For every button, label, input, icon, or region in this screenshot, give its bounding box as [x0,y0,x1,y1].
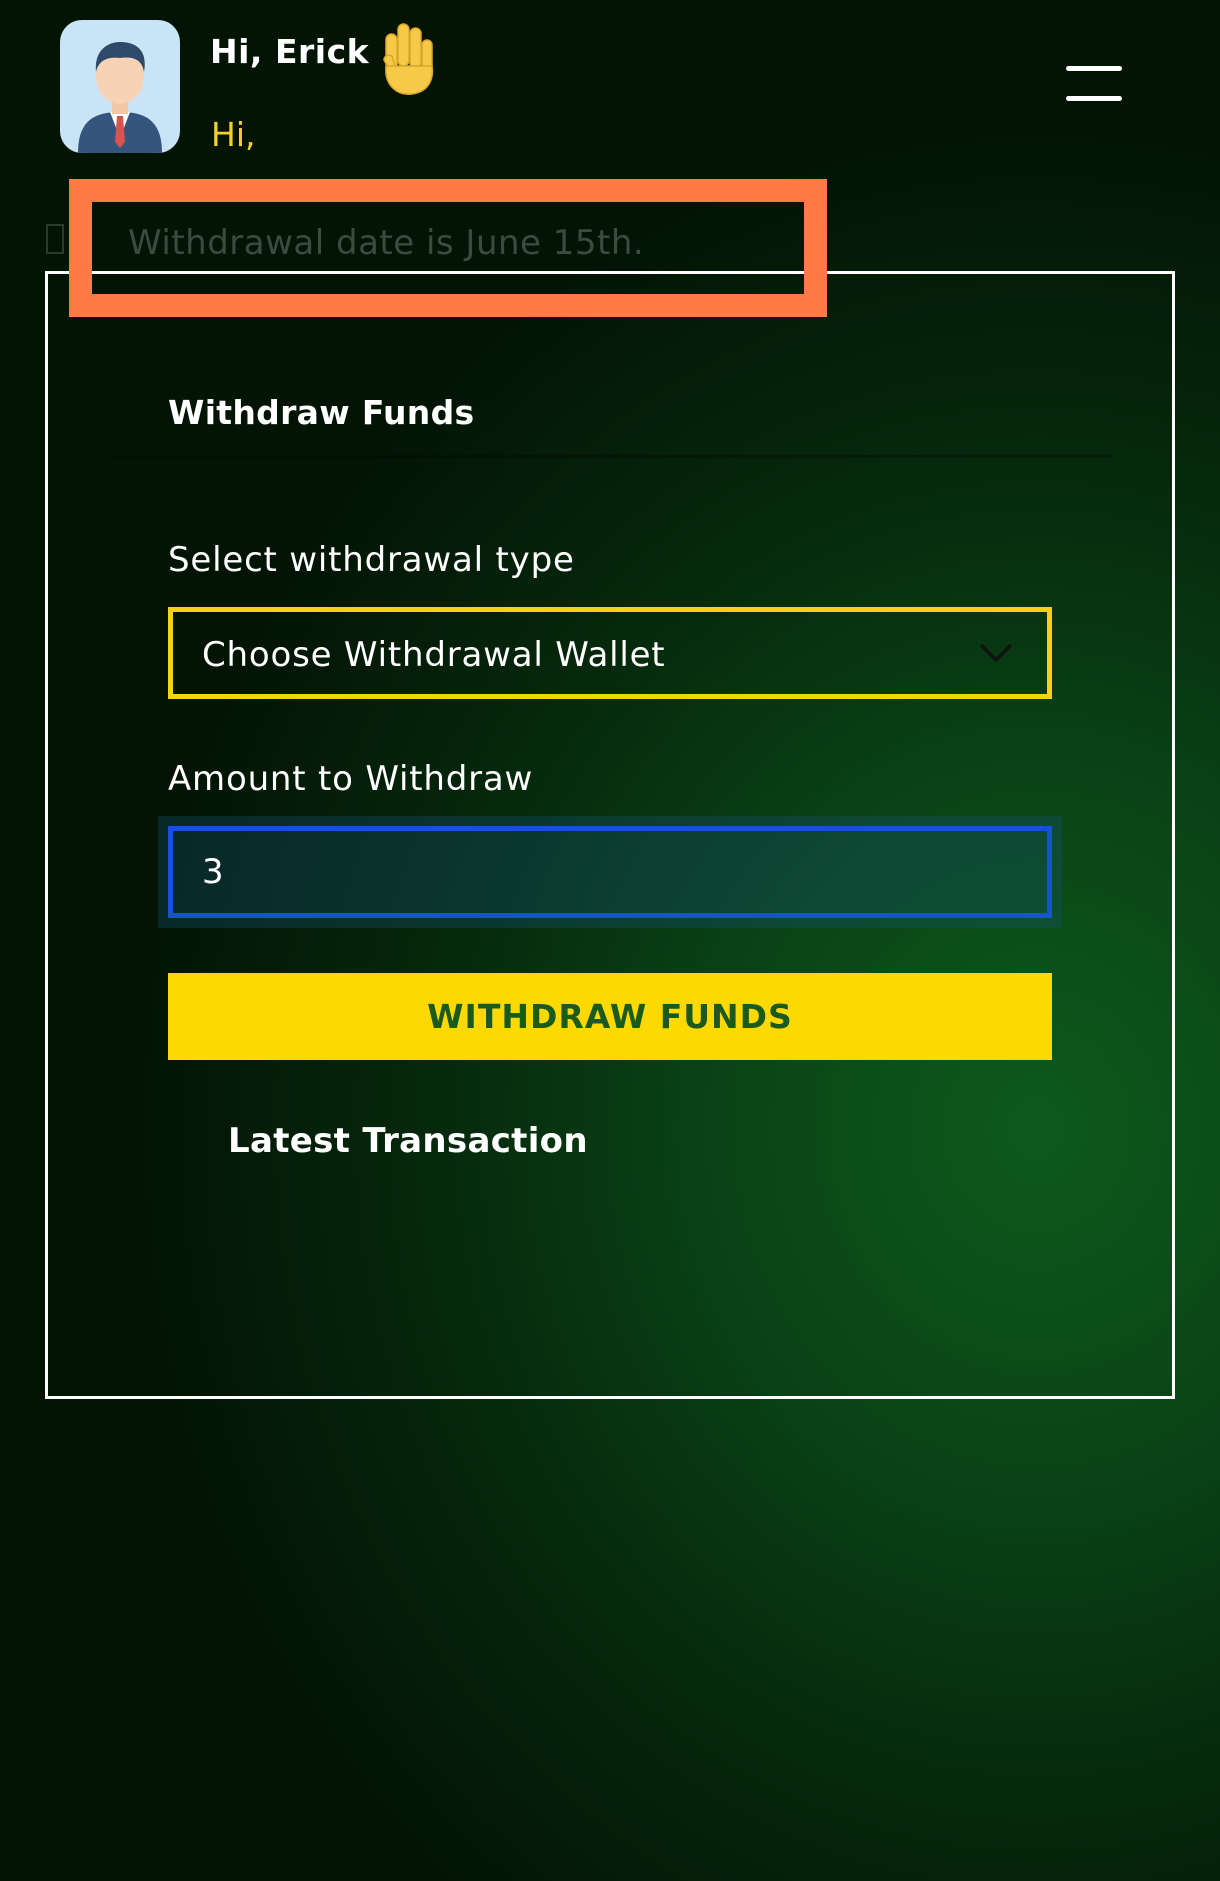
subgreeting-text: Hi, [211,115,256,154]
waving-hand-icon [372,20,442,98]
withdraw-card-title: Withdraw Funds [168,393,475,432]
withdrawal-type-label: Select withdrawal type [168,540,575,580]
amount-label: Amount to Withdraw [168,759,534,799]
header: Hi, Erick Hi, [0,0,1220,170]
hamburger-menu-icon[interactable] [1066,66,1122,104]
highlight-box [69,179,827,317]
withdrawal-wallet-select[interactable]: Choose Withdrawal Wallet [168,607,1052,699]
chevron-down-icon [979,640,1013,666]
notice-icon [46,224,64,254]
greeting-text: Hi, Erick [210,32,370,71]
card-divider [107,455,1112,458]
withdraw-funds-button[interactable]: WITHDRAW FUNDS [168,973,1052,1060]
user-avatar-icon[interactable] [60,20,180,153]
amount-input[interactable] [168,826,1052,918]
latest-transaction-title: Latest Transaction [228,1121,588,1161]
select-value: Choose Withdrawal Wallet [202,635,666,675]
